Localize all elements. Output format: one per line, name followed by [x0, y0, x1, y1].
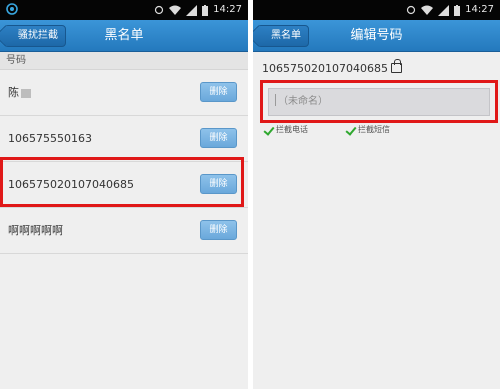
screenshot-stage: 14:27 骚扰拦截 黑名单 号码 陈 删除 106575550163 删除 1… [0, 0, 500, 389]
back-button-label: 黑名单 [271, 30, 301, 41]
number-display: 106575020107040685 [262, 59, 402, 75]
battery-icon [202, 4, 208, 16]
highlight-box [0, 157, 244, 207]
back-button[interactable]: 黑名单 [257, 25, 309, 47]
list-item[interactable]: 陈 删除 [0, 70, 248, 116]
wifi-icon [421, 5, 433, 15]
status-clock: 14:27 [213, 4, 242, 15]
list-item-number: 106575550163 [8, 132, 92, 145]
block-sms-label: 拦截短信 [358, 125, 390, 134]
back-button[interactable]: 骚扰拦截 [4, 25, 66, 47]
block-calls-option[interactable]: 拦截电话 [263, 124, 308, 135]
title-bar: 骚扰拦截 黑名单 [0, 20, 248, 52]
status-bar: 14:27 [0, 0, 248, 20]
wifi-icon [169, 5, 181, 15]
lock-icon[interactable] [390, 59, 402, 73]
app-notification-icon [6, 3, 18, 15]
title-bar: 黑名单 编辑号码 [253, 20, 500, 52]
back-button-label: 骚扰拦截 [18, 30, 58, 41]
signal-icon [186, 4, 197, 16]
delete-button[interactable]: 删除 [200, 220, 237, 240]
battery-icon [454, 4, 460, 16]
list-item[interactable]: 啊啊啊啊啊 删除 [0, 208, 248, 254]
delete-button[interactable]: 删除 [200, 128, 237, 148]
signal-icon [438, 4, 449, 16]
list-item-number: 啊啊啊啊啊 [8, 224, 63, 237]
highlight-box [260, 80, 498, 123]
blurred-text [21, 88, 31, 98]
list-item-number: 陈 [8, 70, 31, 116]
check-icon[interactable] [345, 125, 355, 135]
status-bar: 14:27 [253, 0, 500, 20]
block-sms-option[interactable]: 拦截短信 [345, 124, 390, 135]
phone-number: 106575020107040685 [262, 62, 388, 75]
list-item-number-text: 陈 [8, 86, 19, 99]
section-header: 号码 [0, 52, 248, 70]
edit-number-screen: 14:27 黑名单 编辑号码 106575020107040685 （未命名） … [253, 0, 500, 389]
status-icons [406, 3, 460, 17]
block-calls-label: 拦截电话 [276, 125, 308, 134]
delete-button[interactable]: 删除 [200, 82, 237, 102]
blacklist-screen: 14:27 骚扰拦截 黑名单 号码 陈 删除 106575550163 删除 1… [0, 0, 248, 389]
sync-icon [406, 5, 416, 15]
check-icon[interactable] [263, 125, 273, 135]
status-icons [154, 3, 208, 17]
list-item[interactable]: 106575550163 删除 [0, 116, 248, 162]
sync-icon [154, 5, 164, 15]
status-clock: 14:27 [465, 4, 494, 15]
